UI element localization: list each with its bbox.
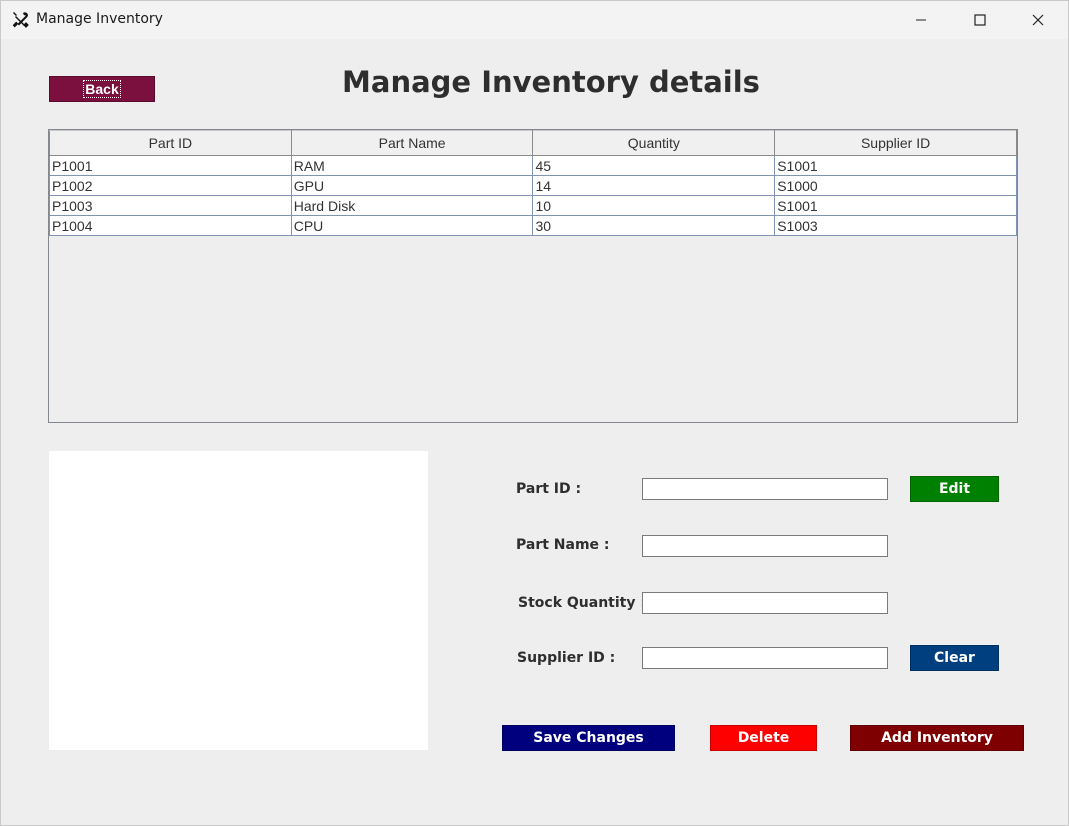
window-title: Manage Inventory xyxy=(36,11,163,27)
cell-part-id[interactable]: P1001 xyxy=(49,155,292,176)
cell-supplier-id[interactable]: S1000 xyxy=(774,175,1017,196)
cell-supplier-id[interactable]: S1003 xyxy=(774,215,1017,236)
close-icon xyxy=(1032,14,1044,26)
close-button[interactable] xyxy=(1015,1,1061,39)
part-id-input[interactable] xyxy=(642,478,888,500)
inventory-grid: Part ID Part Name Quantity Supplier ID P… xyxy=(49,130,1017,236)
cell-part-name[interactable]: GPU xyxy=(290,175,534,196)
inventory-table[interactable]: Part ID Part Name Quantity Supplier ID P… xyxy=(48,129,1018,423)
clear-button[interactable]: Clear xyxy=(910,645,999,671)
cell-quantity[interactable]: 10 xyxy=(532,195,776,216)
part-image-panel xyxy=(49,451,428,750)
supplier-id-input[interactable] xyxy=(642,647,888,669)
part-id-label: Part ID : xyxy=(516,481,582,497)
cell-part-name[interactable]: Hard Disk xyxy=(290,195,534,216)
stock-quantity-label: Stock Quantity : xyxy=(518,595,646,611)
app-window: Manage Inventory Back Manage Inventory d… xyxy=(0,0,1069,826)
table-row[interactable]: P1003 Hard Disk 10 S1001 xyxy=(49,195,1017,216)
title-bar[interactable]: Manage Inventory xyxy=(1,1,1068,39)
table-header-row: Part ID Part Name Quantity Supplier ID xyxy=(49,130,1017,156)
cell-quantity[interactable]: 30 xyxy=(532,215,776,236)
table-row[interactable]: P1002 GPU 14 S1000 xyxy=(49,175,1017,196)
cell-quantity[interactable]: 45 xyxy=(532,155,776,176)
back-button-label: Back xyxy=(83,80,121,98)
cell-part-id[interactable]: P1003 xyxy=(49,195,292,216)
tools-icon xyxy=(12,12,29,28)
delete-button[interactable]: Delete xyxy=(710,725,817,751)
edit-button[interactable]: Edit xyxy=(910,476,999,502)
table-row[interactable]: P1004 CPU 30 S1003 xyxy=(49,215,1017,236)
maximize-icon xyxy=(974,14,986,26)
table-row[interactable]: P1001 RAM 45 S1001 xyxy=(49,155,1017,176)
minimize-button[interactable] xyxy=(898,1,944,39)
cell-part-name[interactable]: CPU xyxy=(290,215,534,236)
cell-supplier-id[interactable]: S1001 xyxy=(774,155,1017,176)
cell-part-id[interactable]: P1002 xyxy=(49,175,292,196)
cell-part-id[interactable]: P1004 xyxy=(49,215,292,236)
column-header-quantity[interactable]: Quantity xyxy=(532,130,776,156)
part-name-input[interactable] xyxy=(642,535,888,557)
column-header-part-id[interactable]: Part ID xyxy=(49,130,292,156)
maximize-button[interactable] xyxy=(957,1,1003,39)
part-name-label: Part Name : xyxy=(516,537,610,553)
cell-quantity[interactable]: 14 xyxy=(532,175,776,196)
column-header-part-name[interactable]: Part Name xyxy=(290,130,534,156)
save-changes-button[interactable]: Save Changes xyxy=(502,725,675,751)
cell-part-name[interactable]: RAM xyxy=(290,155,534,176)
add-inventory-button[interactable]: Add Inventory xyxy=(850,725,1024,751)
supplier-id-label: Supplier ID : xyxy=(517,650,616,666)
minimize-icon xyxy=(916,19,926,21)
stock-quantity-input[interactable] xyxy=(642,592,888,614)
back-button[interactable]: Back xyxy=(49,76,155,102)
page-title: Manage Inventory details xyxy=(342,65,760,99)
column-header-supplier-id[interactable]: Supplier ID xyxy=(774,130,1017,156)
cell-supplier-id[interactable]: S1001 xyxy=(774,195,1017,216)
